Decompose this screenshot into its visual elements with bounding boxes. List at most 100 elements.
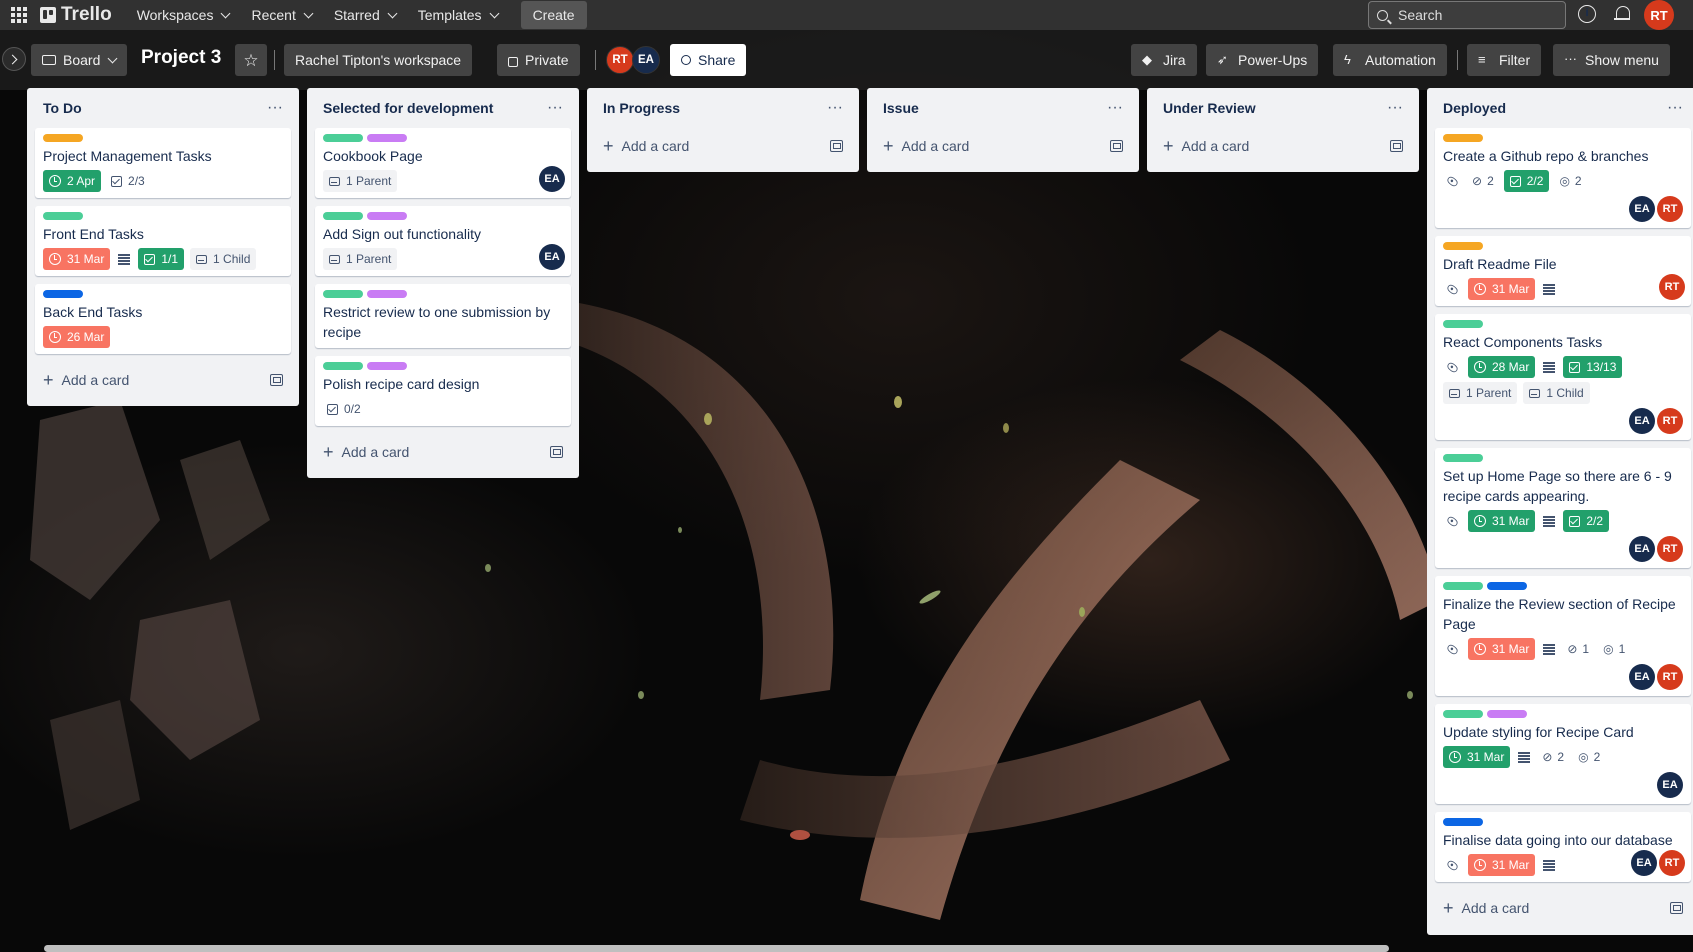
card-template-icon[interactable]: [1110, 140, 1123, 152]
filter-button[interactable]: ≡ Filter: [1467, 44, 1542, 76]
card[interactable]: Restrict review to one submission by rec…: [315, 284, 571, 348]
card[interactable]: Draft Readme File 31 Mar RT: [1435, 236, 1691, 306]
card[interactable]: Polish recipe card design 0/2: [315, 356, 571, 426]
more-options-icon[interactable]: ···: [1387, 100, 1403, 116]
star-board-button[interactable]: ☆: [235, 44, 267, 76]
due-date-badge[interactable]: 26 Mar: [43, 326, 111, 348]
label-orange[interactable]: [1443, 242, 1483, 250]
more-options-icon[interactable]: ···: [827, 100, 843, 116]
member-avatar[interactable]: RT: [1657, 196, 1683, 222]
member-avatar[interactable]: RT: [1657, 536, 1683, 562]
templates-menu[interactable]: Templates: [407, 0, 509, 30]
card[interactable]: React Components Tasks 28 Mar 13/13 1 Paren…: [1435, 314, 1691, 440]
card[interactable]: Back End Tasks 26 Mar: [35, 284, 291, 354]
member-avatar[interactable]: RT: [1657, 408, 1683, 434]
member-avatar[interactable]: EA: [1657, 772, 1683, 798]
label-green[interactable]: [1443, 320, 1483, 328]
member-avatar[interactable]: EA: [1629, 408, 1655, 434]
label-purple[interactable]: [1487, 710, 1527, 718]
label-purple[interactable]: [367, 362, 407, 370]
list-title[interactable]: Deployed: [1443, 100, 1506, 116]
account-avatar[interactable]: RT: [1644, 0, 1674, 30]
label-green[interactable]: [43, 212, 83, 220]
card[interactable]: Front End Tasks 31 Mar 1/1 1 Child: [35, 206, 291, 276]
power-ups-button[interactable]: ➶ Power-Ups: [1206, 44, 1319, 76]
workspaces-menu[interactable]: Workspaces: [126, 0, 241, 30]
info-icon[interactable]: i: [1578, 5, 1596, 23]
more-options-icon[interactable]: ···: [1667, 100, 1683, 116]
starred-menu[interactable]: Starred: [323, 0, 407, 30]
member-avatar[interactable]: EA: [1631, 850, 1657, 876]
member-avatar[interactable]: RT: [1659, 850, 1685, 876]
card[interactable]: Create a Github repo & branches ⊘ 2 2/2 ◎ 2 EA…: [1435, 128, 1691, 228]
create-button[interactable]: Create: [520, 1, 587, 29]
member-avatar[interactable]: RT: [606, 46, 634, 74]
label-green[interactable]: [323, 212, 363, 220]
relation-badge[interactable]: 1 Child: [1523, 382, 1590, 404]
due-date-badge[interactable]: 31 Mar: [1468, 638, 1536, 660]
card[interactable]: Cookbook Page 1 Parent EA: [315, 128, 571, 198]
member-avatar[interactable]: EA: [539, 166, 565, 192]
add-card-button[interactable]: + Add a card: [595, 128, 851, 164]
card-template-icon[interactable]: [550, 446, 563, 458]
list-title[interactable]: Selected for development: [323, 100, 493, 116]
label-green[interactable]: [1443, 710, 1483, 718]
add-card-button[interactable]: + Add a card: [315, 434, 571, 470]
add-card-button[interactable]: + Add a card: [875, 128, 1131, 164]
workspace-button[interactable]: Rachel Tipton's workspace: [284, 44, 473, 76]
list-title[interactable]: To Do: [43, 100, 82, 116]
more-options-icon[interactable]: ···: [267, 100, 283, 116]
member-avatar[interactable]: EA: [539, 244, 565, 270]
member-avatar[interactable]: EA: [1629, 664, 1655, 690]
label-purple[interactable]: [367, 290, 407, 298]
list-title[interactable]: In Progress: [603, 100, 680, 116]
due-date-badge[interactable]: 28 Mar: [1468, 356, 1536, 378]
card-template-icon[interactable]: [830, 140, 843, 152]
due-date-badge[interactable]: 31 Mar: [1468, 854, 1536, 876]
horizontal-scrollbar[interactable]: [44, 945, 1389, 952]
automation-button[interactable]: ϟ Automation: [1333, 44, 1447, 76]
relation-badge[interactable]: 1 Parent: [323, 170, 398, 192]
due-date-badge[interactable]: 31 Mar: [1443, 746, 1511, 768]
member-avatar[interactable]: RT: [1659, 274, 1685, 300]
label-orange[interactable]: [1443, 134, 1483, 142]
label-green[interactable]: [1443, 582, 1483, 590]
due-date-badge[interactable]: 31 Mar: [43, 248, 111, 270]
list-title[interactable]: Issue: [883, 100, 919, 116]
label-blue[interactable]: [1443, 818, 1483, 826]
card[interactable]: Update styling for Recipe Card 31 Mar ⊘ 2 ◎ 2…: [1435, 704, 1691, 804]
label-green[interactable]: [323, 290, 363, 298]
due-date-badge[interactable]: 31 Mar: [1468, 510, 1536, 532]
label-green[interactable]: [1443, 454, 1483, 462]
board-view-switcher[interactable]: Board: [31, 44, 128, 76]
jira-button[interactable]: ◆ Jira: [1131, 44, 1197, 76]
member-avatar[interactable]: RT: [1657, 664, 1683, 690]
label-blue[interactable]: [43, 290, 83, 298]
trello-logo[interactable]: Trello: [40, 4, 112, 26]
relation-badge[interactable]: 1 Parent: [1443, 382, 1518, 404]
label-green[interactable]: [323, 134, 363, 142]
add-card-button[interactable]: + Add a card: [35, 362, 291, 398]
card-template-icon[interactable]: [270, 374, 283, 386]
more-options-icon[interactable]: ···: [1107, 100, 1123, 116]
card[interactable]: Set up Home Page so there are 6 - 9 reci…: [1435, 448, 1691, 568]
add-card-button[interactable]: + Add a card: [1155, 128, 1411, 164]
list-title[interactable]: Under Review: [1163, 100, 1256, 116]
label-green[interactable]: [323, 362, 363, 370]
card[interactable]: Finalise data going into our database 31 …: [1435, 812, 1691, 882]
label-purple[interactable]: [367, 212, 407, 220]
add-card-button[interactable]: + Add a card: [1435, 890, 1691, 926]
member-avatar[interactable]: EA: [632, 46, 660, 74]
share-button[interactable]: Share: [670, 44, 747, 76]
visibility-button[interactable]: Private: [497, 44, 580, 76]
card-template-icon[interactable]: [1390, 140, 1403, 152]
due-date-badge[interactable]: 31 Mar: [1468, 278, 1536, 300]
more-options-icon[interactable]: ···: [547, 100, 563, 116]
show-menu-button[interactable]: ··· Show menu: [1553, 44, 1670, 76]
app-switcher-icon[interactable]: [8, 4, 30, 26]
card[interactable]: Add Sign out functionality 1 Parent EA: [315, 206, 571, 276]
member-avatar[interactable]: EA: [1629, 536, 1655, 562]
notifications-bell-icon[interactable]: [1614, 5, 1630, 23]
board-title[interactable]: Project 3: [141, 47, 221, 69]
card[interactable]: Finalize the Review section of Recipe Pa…: [1435, 576, 1691, 696]
